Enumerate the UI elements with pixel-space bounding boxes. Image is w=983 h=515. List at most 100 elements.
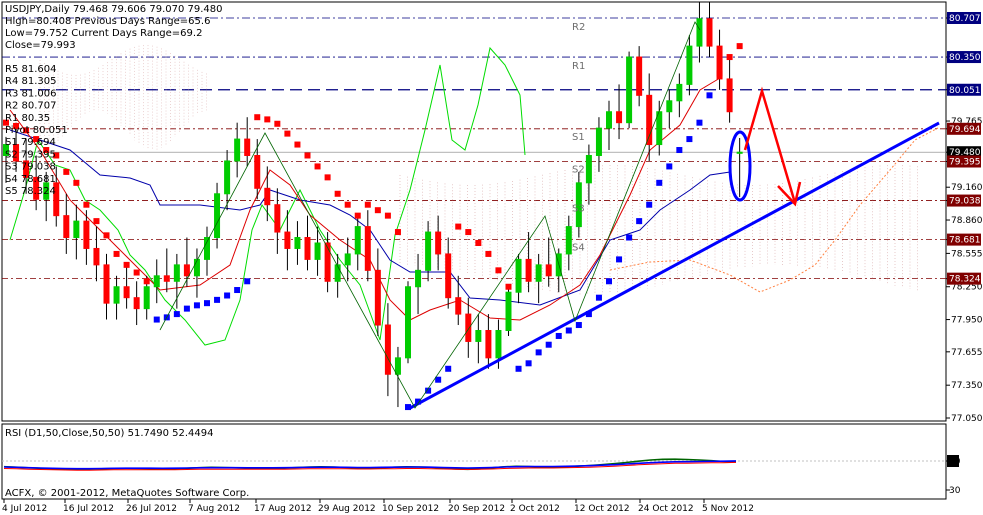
trading-chart[interactable]: R2 R1 S1 S2 S3 S4 USDJPY,Daily 79.468 79.606 … <box>0 0 983 515</box>
y-tick-label: 77.655 <box>951 348 983 358</box>
pivot-list-item: S2 79.395 <box>5 149 56 160</box>
pivot-list-item: S1 79.694 <box>5 137 56 148</box>
psar-dot <box>485 250 492 257</box>
y-tick-label: 77.950 <box>951 316 983 326</box>
psar-dot <box>254 114 261 121</box>
level-tag: S1 <box>572 132 585 143</box>
candle-body <box>595 127 602 156</box>
y-tick-label: 78.555 <box>951 249 983 259</box>
psar-dot <box>374 207 381 214</box>
candle-body <box>485 329 492 359</box>
pivot-list-item: R4 81.305 <box>5 76 56 87</box>
candle-body <box>143 286 150 310</box>
candle-body <box>515 258 522 293</box>
psar-dot <box>616 256 623 263</box>
candle-body <box>415 269 422 288</box>
candle-body <box>163 275 170 282</box>
candle-body <box>284 231 291 249</box>
level-tag: R1 <box>572 61 585 72</box>
x-tick-label: 29 Aug 2012 <box>318 504 376 514</box>
psar-dot <box>83 201 90 208</box>
candle-body <box>696 18 703 47</box>
psar-dot <box>133 269 140 276</box>
psar-dot <box>555 332 562 339</box>
x-tick-label: 4 Jul 2012 <box>2 504 47 514</box>
psar-dot <box>676 147 683 154</box>
candle-body <box>726 78 733 113</box>
price-label-text: 79.395 <box>949 158 981 168</box>
candle-body <box>264 187 271 206</box>
candle-body <box>545 264 552 277</box>
x-tick-label: 5 Nov 2012 <box>702 504 754 514</box>
psar-dot <box>304 152 311 159</box>
candle-body <box>334 264 341 282</box>
candle-body <box>324 242 331 282</box>
pivot-list-item: S5 78.324 <box>5 186 56 197</box>
psar-dot <box>475 239 482 246</box>
psar-dot <box>264 116 271 123</box>
x-tick-label: 16 Jul 2012 <box>63 504 114 514</box>
rsi-y-tick-label: 30 <box>949 486 961 496</box>
psar-dot <box>525 360 532 367</box>
candle-body <box>706 18 713 47</box>
candle-body <box>344 253 351 266</box>
price-label-text: 78.681 <box>949 236 981 246</box>
header-line-close: Close=79.993 <box>5 40 76 51</box>
price-label-text: 80.051 <box>949 86 981 96</box>
psar-dot <box>686 136 693 143</box>
psar-dot <box>384 212 391 219</box>
candle-body <box>354 226 361 255</box>
x-tick-label: 2 Oct 2012 <box>510 504 560 514</box>
pivot-list-item: S3 79.038 <box>5 162 56 173</box>
price-label-text: 78.324 <box>949 275 981 285</box>
price-label-text: 80.350 <box>949 53 981 63</box>
psar-dot <box>726 54 733 61</box>
copyright-text: ACFX, © 2001-2012, MetaQuotes Software C… <box>5 488 249 499</box>
candle-body <box>214 193 221 239</box>
level-tag: S3 <box>572 204 585 215</box>
candle-body <box>656 111 663 146</box>
candle-body <box>636 56 643 96</box>
candle-body <box>565 226 572 255</box>
psar-dot <box>153 316 160 323</box>
candle-body <box>113 286 120 304</box>
psar-dot <box>113 250 120 257</box>
candle-body <box>666 100 673 113</box>
candle-body <box>495 329 502 359</box>
psar-dot <box>314 163 321 170</box>
ohlc-label: 79.468 79.606 79.070 79.480 <box>73 4 223 15</box>
y-tick-label: 78.860 <box>951 216 983 226</box>
candle-body <box>103 264 110 304</box>
psar-dot <box>706 92 713 99</box>
candle-body <box>606 111 612 129</box>
candle-body <box>535 264 542 282</box>
y-tick-label: 77.350 <box>951 381 983 391</box>
rsi-subplot[interactable]: RSI (D1,50,Close,50,50) 51.7490 52.4494 … <box>1 423 947 500</box>
price-label-text: 79.038 <box>949 197 981 207</box>
candle-body <box>314 242 321 260</box>
candle-body <box>616 111 623 124</box>
candle-body <box>364 226 371 271</box>
y-tick-label: 79.160 <box>951 183 983 193</box>
pivot-list-item: S4 78.681 <box>5 174 56 185</box>
candle-body <box>626 56 633 124</box>
x-tick-label: 7 Aug 2012 <box>188 504 240 514</box>
main-price-plot[interactable]: R2 R1 S1 S2 S3 S4 USDJPY,Daily 79.468 79.606 … <box>1 1 947 422</box>
candle-body <box>455 297 462 315</box>
candle-body <box>83 220 90 249</box>
psar-dot <box>93 218 100 225</box>
psar-dot <box>595 294 602 301</box>
psar-dot <box>565 327 572 334</box>
x-tick-label: 24 Oct 2012 <box>638 504 694 514</box>
candle-body <box>374 269 381 326</box>
main-plot-frame <box>1 1 947 422</box>
pivot-list-item: R1 80.35 <box>5 113 50 124</box>
psar-dot <box>244 278 251 285</box>
candle-body <box>133 297 140 310</box>
psar-dot <box>143 278 150 285</box>
candle-body <box>405 286 411 359</box>
level-tag: S4 <box>572 243 585 254</box>
pivot-list-item: Pivot 80.051 <box>5 125 68 136</box>
candle-body <box>173 264 180 282</box>
psar-dot <box>445 365 452 372</box>
